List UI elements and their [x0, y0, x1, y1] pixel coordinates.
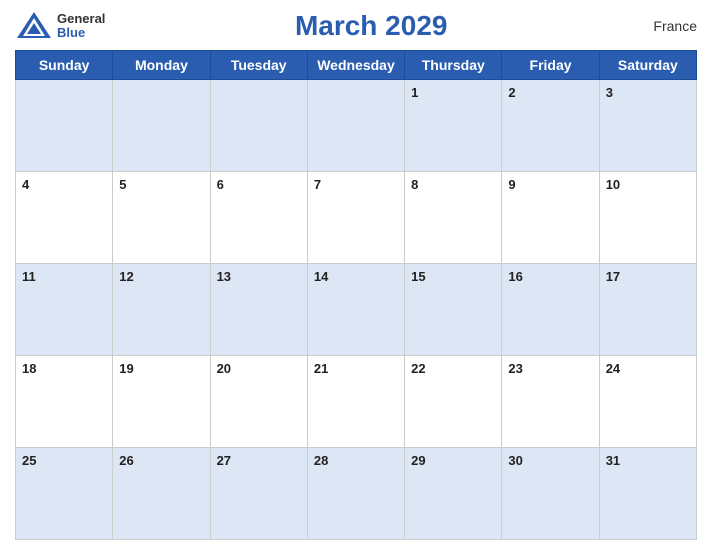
day-number: 13: [217, 269, 231, 284]
calendar-cell: 24: [599, 356, 696, 448]
week-row-3: 11 12 13 14 15 16 17: [16, 264, 697, 356]
day-number: 23: [508, 361, 522, 376]
logo-icon: [15, 10, 53, 42]
day-number: 2: [508, 85, 515, 100]
calendar-cell: 1: [405, 80, 502, 172]
day-number: 11: [22, 269, 36, 284]
day-number: 25: [22, 453, 36, 468]
day-header-tuesday: Tuesday: [210, 51, 307, 80]
day-number: 18: [22, 361, 36, 376]
calendar-table: SundayMondayTuesdayWednesdayThursdayFrid…: [15, 50, 697, 540]
calendar-cell: 31: [599, 448, 696, 540]
day-number: 29: [411, 453, 425, 468]
week-row-4: 18 19 20 21 22 23 24: [16, 356, 697, 448]
day-header-thursday: Thursday: [405, 51, 502, 80]
calendar-cell: 8: [405, 172, 502, 264]
day-number: 5: [119, 177, 126, 192]
day-number: 30: [508, 453, 522, 468]
calendar-cell: 10: [599, 172, 696, 264]
week-row-5: 25 26 27 28 29 30 31: [16, 448, 697, 540]
day-number: 31: [606, 453, 620, 468]
calendar-cell: 25: [16, 448, 113, 540]
calendar-cell: 5: [113, 172, 210, 264]
calendar-cell: 11: [16, 264, 113, 356]
calendar-cell: 9: [502, 172, 599, 264]
logo: General Blue: [15, 10, 105, 42]
day-number: 17: [606, 269, 620, 284]
calendar-cell: 30: [502, 448, 599, 540]
calendar-cell: 14: [307, 264, 404, 356]
day-number: 3: [606, 85, 613, 100]
calendar-cell: 28: [307, 448, 404, 540]
week-row-1: 1 2 3: [16, 80, 697, 172]
day-number: 12: [119, 269, 133, 284]
day-header-wednesday: Wednesday: [307, 51, 404, 80]
day-number: 1: [411, 85, 418, 100]
calendar-cell: 4: [16, 172, 113, 264]
calendar-cell: 20: [210, 356, 307, 448]
calendar-header-row: SundayMondayTuesdayWednesdayThursdayFrid…: [16, 51, 697, 80]
calendar-cell: 19: [113, 356, 210, 448]
calendar-cell: 26: [113, 448, 210, 540]
calendar-cell: 13: [210, 264, 307, 356]
day-number: 22: [411, 361, 425, 376]
calendar-cell: 7: [307, 172, 404, 264]
day-header-sunday: Sunday: [16, 51, 113, 80]
calendar-cell: 15: [405, 264, 502, 356]
calendar-cell: [113, 80, 210, 172]
calendar-cell: 17: [599, 264, 696, 356]
day-number: 28: [314, 453, 328, 468]
calendar-cell: 18: [16, 356, 113, 448]
calendar-cell: [16, 80, 113, 172]
day-number: 10: [606, 177, 620, 192]
calendar-cell: 16: [502, 264, 599, 356]
day-number: 4: [22, 177, 29, 192]
day-number: 8: [411, 177, 418, 192]
day-header-friday: Friday: [502, 51, 599, 80]
week-row-2: 4 5 6 7 8 9 10: [16, 172, 697, 264]
calendar-cell: 3: [599, 80, 696, 172]
day-header-monday: Monday: [113, 51, 210, 80]
logo-general-text: General: [57, 12, 105, 26]
day-number: 27: [217, 453, 231, 468]
logo-blue-text: Blue: [57, 26, 105, 40]
calendar-cell: 27: [210, 448, 307, 540]
calendar-cell: 29: [405, 448, 502, 540]
day-number: 19: [119, 361, 133, 376]
calendar-cell: 22: [405, 356, 502, 448]
country-label: France: [637, 18, 697, 34]
calendar-cell: 6: [210, 172, 307, 264]
calendar-header: General Blue March 2029 France: [15, 10, 697, 42]
calendar-cell: 12: [113, 264, 210, 356]
calendar-cell: [307, 80, 404, 172]
day-number: 21: [314, 361, 328, 376]
day-number: 7: [314, 177, 321, 192]
calendar-cell: 21: [307, 356, 404, 448]
calendar-body: 1234567891011121314151617181920212223242…: [16, 80, 697, 540]
days-of-week-row: SundayMondayTuesdayWednesdayThursdayFrid…: [16, 51, 697, 80]
calendar-title: March 2029: [105, 10, 637, 42]
day-number: 24: [606, 361, 620, 376]
day-number: 20: [217, 361, 231, 376]
calendar-cell: [210, 80, 307, 172]
calendar-cell: 2: [502, 80, 599, 172]
day-header-saturday: Saturday: [599, 51, 696, 80]
day-number: 9: [508, 177, 515, 192]
logo-text: General Blue: [57, 12, 105, 41]
day-number: 6: [217, 177, 224, 192]
day-number: 26: [119, 453, 133, 468]
calendar-cell: 23: [502, 356, 599, 448]
day-number: 16: [508, 269, 522, 284]
day-number: 14: [314, 269, 328, 284]
day-number: 15: [411, 269, 425, 284]
